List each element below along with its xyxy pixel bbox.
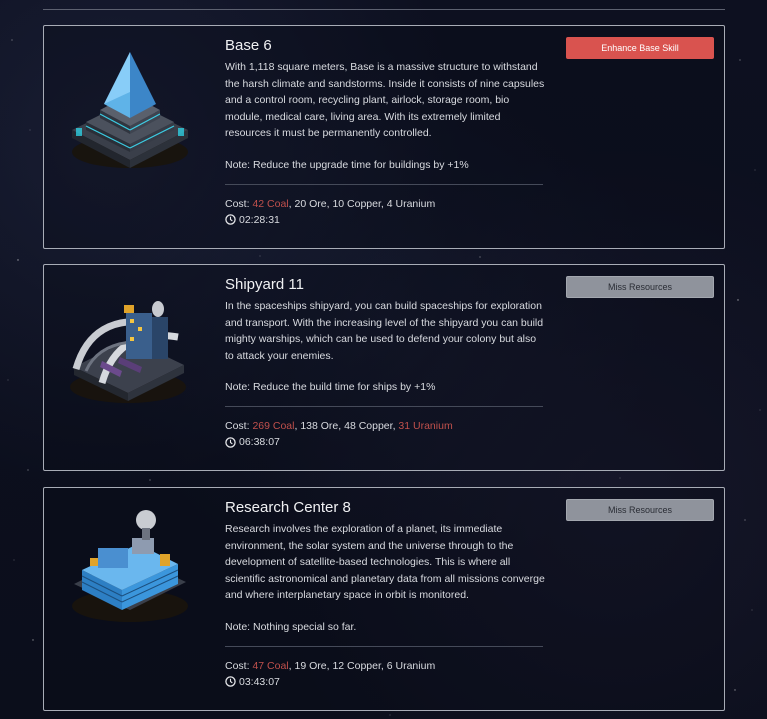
building-info: Shipyard 11 In the spaceships shipyard, … — [225, 276, 545, 450]
build-time-value: 02:28:31 — [239, 213, 280, 226]
building-description: In the spaceships shipyard, you can buil… — [225, 300, 544, 362]
build-time: 03:43:07 — [225, 674, 545, 690]
building-note: Note: Reduce the upgrade time for buildi… — [225, 158, 469, 171]
cost-coal: 47 Coal — [252, 659, 289, 672]
build-time: 02:28:31 — [225, 212, 545, 228]
cost-copper: 10 Copper — [332, 197, 381, 210]
cost-label: Cost: — [225, 659, 250, 672]
build-time-value: 06:38:07 — [239, 436, 280, 448]
cost-ore: 138 Ore — [300, 420, 339, 432]
clock-icon — [225, 676, 236, 687]
building-title: Base 6 — [225, 37, 272, 54]
cost-coal: 42 Coal — [252, 197, 289, 210]
cost-coal: 269 Coal — [252, 420, 295, 432]
card-divider — [225, 406, 543, 407]
build-time: 06:38:07 — [225, 434, 545, 450]
card-divider — [225, 645, 543, 647]
building-card-research-center: Research Center 8 Research involves the … — [43, 487, 725, 711]
miss-resources-button[interactable]: Miss Resources — [566, 499, 714, 521]
miss-resources-button[interactable]: Miss Resources — [566, 276, 714, 298]
cost-uranium: 4 Uranium — [386, 197, 436, 210]
clock-icon — [225, 214, 236, 225]
clock-icon — [225, 436, 236, 448]
cost-copper: 12 Copper — [332, 659, 381, 672]
cost-copper: 48 Copper — [344, 420, 393, 432]
building-info: Research Center 8 Research involves the … — [225, 499, 545, 690]
cost-ore: 20 Ore — [294, 197, 327, 210]
building-title: Shipyard 11 — [225, 276, 304, 293]
building-note: Note: Nothing special so far. — [225, 620, 357, 633]
enhance-base-skill-button[interactable]: Enhance Base Skill — [566, 37, 714, 59]
building-title: Research Center 8 — [225, 499, 351, 516]
cost-label: Cost: — [225, 420, 250, 432]
building-card-shipyard: Shipyard 11 In the spaceships shipyard, … — [43, 264, 725, 471]
card-divider — [225, 183, 543, 185]
build-time-value: 03:43:07 — [239, 675, 280, 688]
building-cost: Cost: 47 Coal, 19 Ore, 12 Copper, 6 Uran… — [225, 659, 436, 672]
base-building-icon — [62, 44, 197, 174]
cost-uranium: 31 Uranium — [398, 420, 453, 432]
building-description: Research involves the exploration of a p… — [225, 523, 545, 601]
cost-label: Cost: — [225, 197, 250, 210]
cost-ore: 19 Ore — [294, 659, 327, 672]
building-cost: Cost: 269 Coal, 138 Ore, 48 Copper, 31 U… — [225, 420, 453, 432]
research-center-building-icon — [62, 498, 197, 628]
shipyard-building-icon — [62, 287, 197, 417]
cost-uranium: 6 Uranium — [386, 659, 436, 672]
building-info: Base 6 With 1,118 square meters, Base is… — [225, 37, 545, 228]
building-note: Note: Reduce the build time for ships by… — [225, 381, 436, 393]
building-card-base: Base 6 With 1,118 square meters, Base is… — [43, 25, 725, 249]
building-cost: Cost: 42 Coal, 20 Ore, 10 Copper, 4 Uran… — [225, 197, 436, 210]
top-divider — [43, 9, 725, 10]
building-description: With 1,118 square meters, Base is a mass… — [225, 61, 545, 139]
